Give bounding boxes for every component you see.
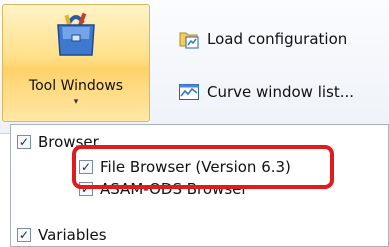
load-configuration-icon	[179, 32, 199, 49]
toolbox-icon	[57, 12, 95, 56]
curve-window-list-icon	[179, 84, 199, 100]
tool-windows-label: Tool Windows	[28, 78, 124, 94]
checkbox-checked-icon: ✓	[17, 135, 31, 149]
dropdown-arrow-icon: ▾	[73, 97, 79, 107]
menu-item-variables[interactable]: ✓ Variables	[17, 224, 107, 246]
checkbox-checked-icon: ✓	[17, 228, 31, 242]
menu-item-label: Variables	[38, 226, 107, 244]
load-configuration-label: Load configuration	[207, 30, 348, 48]
curve-window-list-button[interactable]: Curve window list...	[178, 80, 354, 104]
ribbon: Tool Windows ▾ Load configuration Curve …	[0, 0, 389, 134]
load-configuration-button[interactable]: Load configuration	[178, 27, 347, 51]
red-highlight-annotation	[72, 145, 334, 189]
curve-window-list-label: Curve window list...	[207, 83, 355, 101]
tool-windows-button[interactable]: Tool Windows ▾	[2, 4, 150, 122]
